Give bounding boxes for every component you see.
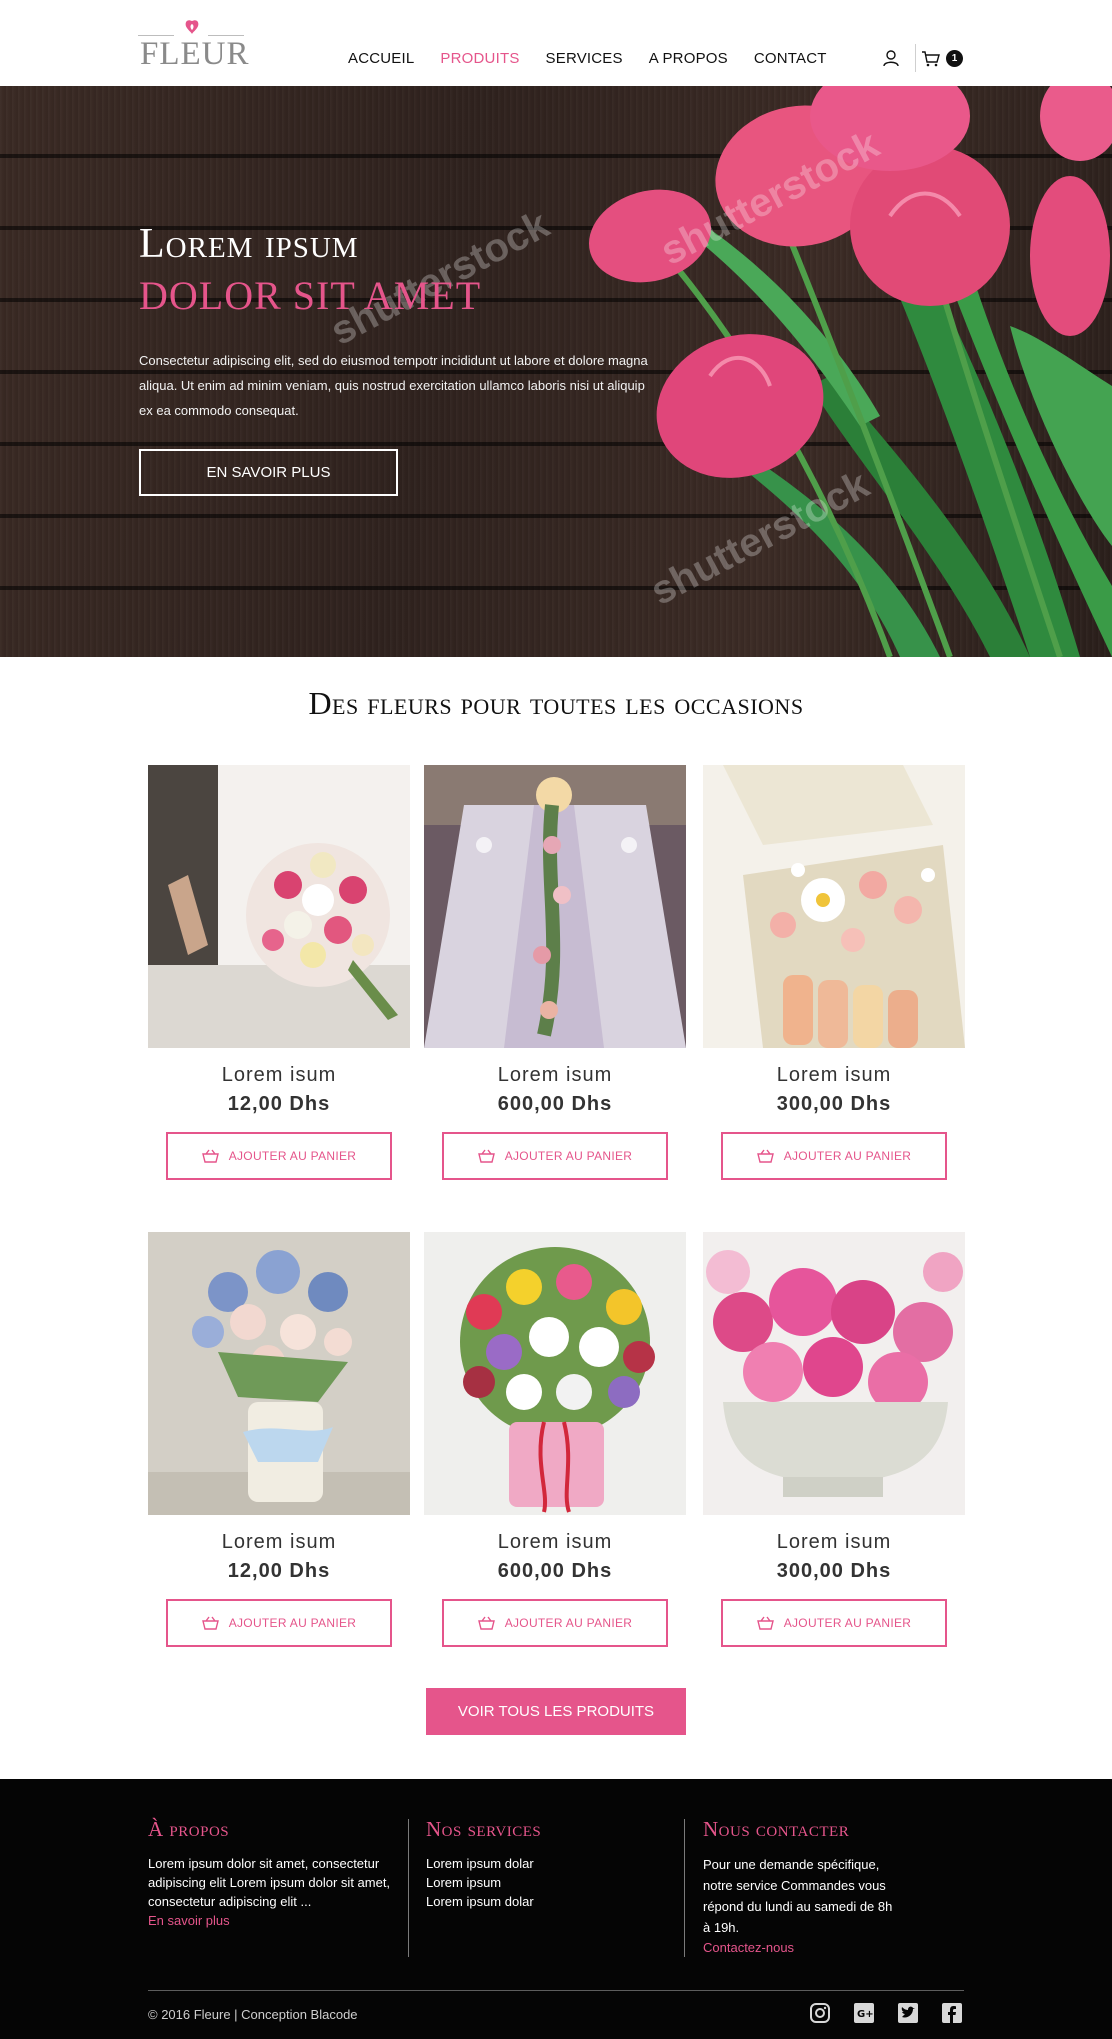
add-to-cart-button[interactable]: AJOUTER AU PANIER: [442, 1132, 668, 1180]
footer-about-title: À propos: [148, 1817, 230, 1841]
site-header: FLEUR ACCUEIL PRODUITS SERVICES A PROPOS…: [0, 0, 1112, 86]
google-plus-icon[interactable]: G+: [854, 2003, 874, 2023]
product-name: Lorem isum: [497, 1064, 613, 1086]
footer-services-title: Nos services: [426, 1817, 542, 1841]
tulip-logo-icon: [185, 20, 199, 34]
footer-contact-link[interactable]: Contactez-nous: [703, 1938, 903, 1957]
add-to-cart-label: AJOUTER AU PANIER: [783, 1616, 912, 1630]
nav-item-produits[interactable]: PRODUITS: [440, 50, 519, 67]
basket-arrangement-image[interactable]: [424, 1232, 686, 1515]
learn-more-button[interactable]: EN SAVOIR PLUS: [139, 449, 398, 496]
footer-service-item[interactable]: Lorem ipsum dolar: [426, 1892, 666, 1911]
footer-services-list: Lorem ipsum dolar Lorem ipsum Lorem ipsu…: [426, 1854, 666, 1911]
product-price: 300,00 Dhs: [776, 1093, 892, 1115]
add-to-cart-label: AJOUTER AU PANIER: [783, 1149, 912, 1163]
nav-item-a-propos[interactable]: A PROPOS: [649, 50, 728, 67]
footer-contact-text: Pour une demande spécifique, notre servi…: [703, 1857, 893, 1935]
add-to-cart-label: AJOUTER AU PANIER: [504, 1149, 633, 1163]
flower-box-image[interactable]: [703, 765, 965, 1048]
product-name: Lorem isum: [776, 1531, 892, 1553]
table-decoration-image[interactable]: [424, 765, 686, 1048]
hero-title: Lorem ipsum: [139, 221, 359, 267]
add-to-cart-label: AJOUTER AU PANIER: [504, 1616, 633, 1630]
product-name: Lorem isum: [776, 1064, 892, 1086]
footer-service-item[interactable]: Lorem ipsum: [426, 1873, 666, 1892]
footer-about: À propos Lorem ipsum dolor sit amet, con…: [148, 1817, 398, 1930]
footer-services: Nos services Lorem ipsum dolar Lorem ips…: [426, 1817, 666, 1911]
product-name: Lorem isum: [221, 1064, 337, 1086]
footer-contact-title: Nous contacter: [703, 1817, 850, 1841]
product-name: Lorem isum: [221, 1531, 337, 1553]
header-divider: [915, 44, 916, 72]
basket-icon: [756, 1616, 774, 1630]
add-to-cart-label: AJOUTER AU PANIER: [228, 1149, 357, 1163]
svg-text:G+: G+: [857, 2009, 874, 2020]
add-to-cart-button[interactable]: AJOUTER AU PANIER: [721, 1132, 947, 1180]
nav-item-contact[interactable]: CONTACT: [754, 50, 827, 67]
section-title: Des fleurs pour toutes les occasions: [308, 685, 804, 721]
product-price: 600,00 Dhs: [497, 1093, 613, 1115]
product-card: Lorem isum 12,00 Dhs AJOUTER AU PANIER: [148, 765, 410, 1180]
product-card: Lorem isum 12,00 Dhs AJOUTER AU PANIER: [148, 1232, 410, 1647]
footer-about-link[interactable]: En savoir plus: [148, 1911, 398, 1930]
logo[interactable]: FLEUR: [138, 18, 249, 72]
basket-icon: [201, 1149, 219, 1163]
basket-icon: [477, 1149, 495, 1163]
nav-item-accueil[interactable]: ACCUEIL: [348, 50, 414, 67]
add-to-cart-button[interactable]: AJOUTER AU PANIER: [166, 1132, 392, 1180]
product-card: Lorem isum 600,00 Dhs AJOUTER AU PANIER: [424, 1232, 686, 1647]
footer-separator: [148, 1990, 964, 1991]
instagram-icon[interactable]: [810, 2003, 830, 2023]
basket-icon: [756, 1149, 774, 1163]
site-footer: À propos Lorem ipsum dolor sit amet, con…: [0, 1779, 1112, 2039]
vase-bouquet-image[interactable]: [148, 1232, 410, 1515]
basket-icon: [477, 1616, 495, 1630]
footer-divider: [408, 1819, 409, 1957]
facebook-icon[interactable]: [942, 2003, 962, 2023]
twitter-icon[interactable]: [898, 2003, 918, 2023]
footer-about-text: Lorem ipsum dolor sit amet, consectetur …: [148, 1856, 391, 1909]
product-name: Lorem isum: [497, 1531, 613, 1553]
cart-count-badge: 1: [946, 50, 963, 67]
user-icon[interactable]: [882, 49, 900, 67]
hero-subtitle: DOLOR SIT AMET: [139, 273, 482, 318]
product-price: 600,00 Dhs: [497, 1560, 613, 1582]
add-to-cart-label: AJOUTER AU PANIER: [228, 1616, 357, 1630]
basket-icon: [201, 1616, 219, 1630]
footer-service-item[interactable]: Lorem ipsum dolar: [426, 1854, 666, 1873]
view-all-products-button[interactable]: VOIR TOUS LES PRODUITS: [426, 1688, 686, 1735]
product-price: 12,00 Dhs: [227, 1560, 331, 1582]
product-price: 12,00 Dhs: [227, 1093, 331, 1115]
product-card: Lorem isum 300,00 Dhs AJOUTER AU PANIER: [703, 1232, 965, 1647]
product-price: 300,00 Dhs: [776, 1560, 892, 1582]
pink-pot-arrangement-image[interactable]: [703, 1232, 965, 1515]
add-to-cart-button[interactable]: AJOUTER AU PANIER: [442, 1599, 668, 1647]
hero-banner: shutterstock shutterstock shutterstock L…: [0, 86, 1112, 657]
nav-item-services[interactable]: SERVICES: [546, 50, 623, 67]
product-card: Lorem isum 600,00 Dhs AJOUTER AU PANIER: [424, 765, 686, 1180]
copyright: © 2016 Fleure | Conception Blacode: [148, 2007, 358, 2022]
add-to-cart-button[interactable]: AJOUTER AU PANIER: [721, 1599, 947, 1647]
main-nav: ACCUEIL PRODUITS SERVICES A PROPOS CONTA…: [348, 50, 853, 67]
hero-description: Consectetur adipiscing elit, sed do eius…: [139, 353, 648, 418]
add-to-cart-button[interactable]: AJOUTER AU PANIER: [166, 1599, 392, 1647]
bridal-bouquet-image[interactable]: [148, 765, 410, 1048]
cart-icon[interactable]: [922, 51, 940, 67]
footer-contact: Nous contacter Pour une demande spécifiq…: [703, 1817, 903, 1957]
footer-divider: [684, 1819, 685, 1957]
logo-text: FLEUR: [140, 36, 250, 72]
product-card: Lorem isum 300,00 Dhs AJOUTER AU PANIER: [703, 765, 965, 1180]
